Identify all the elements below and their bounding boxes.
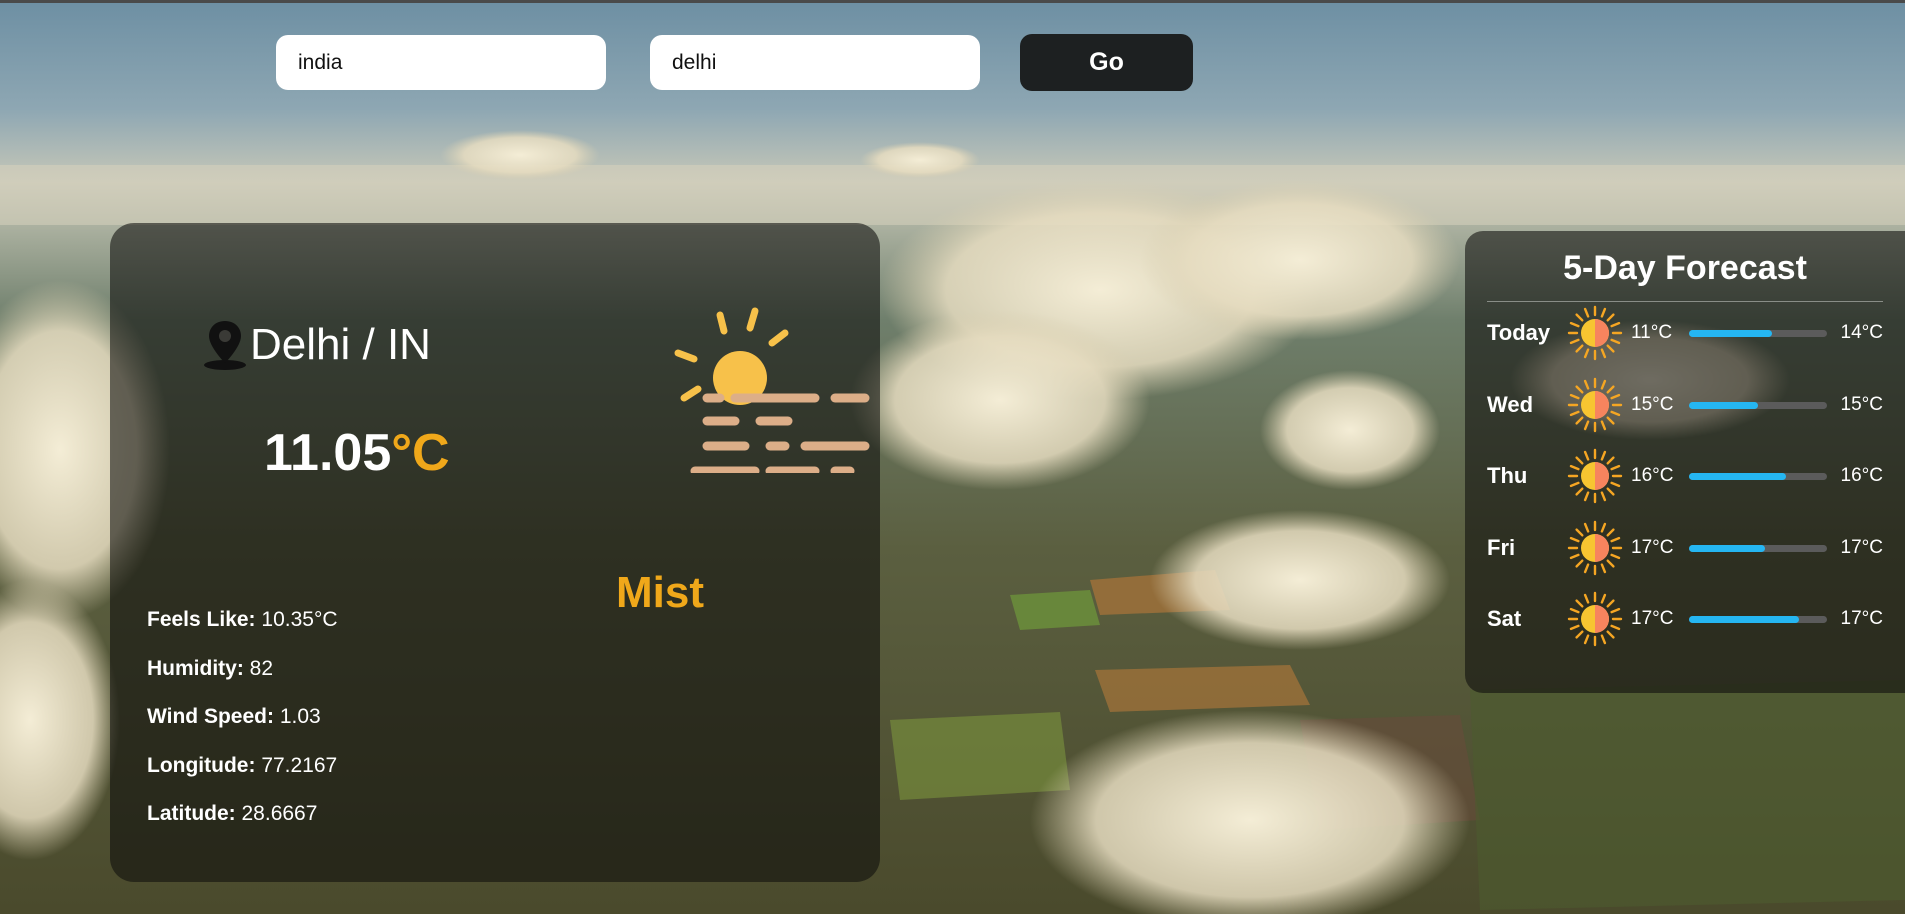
location-row: Delhi / IN [202, 319, 431, 371]
weather-details: Feels Like: 10.35°C Humidity: 82 Wind Sp… [147, 608, 338, 851]
detail-value: 28.6667 [241, 802, 318, 825]
longitude-row: Longitude: 77.2167 [147, 754, 338, 778]
temperature-range-bar [1689, 401, 1827, 409]
forecast-low: 11°C [1631, 322, 1673, 343]
forecast-low: 17°C [1631, 608, 1674, 629]
window-top-border [0, 0, 1905, 3]
forecast-high: 15°C [1840, 394, 1883, 415]
country-input[interactable] [276, 35, 606, 90]
forecast-row: Today 11°C 14°C [1487, 305, 1883, 361]
detail-value: 10.35°C [261, 608, 338, 631]
sun-icon [1567, 448, 1623, 504]
forecast-low: 15°C [1631, 394, 1674, 415]
temperature-range-fill [1689, 329, 1772, 337]
forecast-day: Wed [1487, 392, 1534, 417]
city-input[interactable] [650, 35, 980, 90]
weather-condition: Mist [616, 568, 704, 617]
temperature-range-fill [1689, 615, 1800, 623]
sun-icon [1567, 520, 1623, 576]
forecast-day: Today [1487, 320, 1551, 345]
forecast-title: 5-Day Forecast [1563, 249, 1807, 287]
temperature-range-bar [1689, 329, 1827, 337]
current-weather-card: Delhi / IN 11.05°C Mist Feels Like: 10.3… [110, 223, 880, 882]
forecast-day: Fri [1487, 535, 1516, 560]
forecast-day: Thu [1487, 463, 1528, 488]
forecast-row: Sat 17°C 17°C [1487, 591, 1883, 647]
detail-label: Latitude: [147, 802, 236, 825]
go-button[interactable]: Go [1020, 34, 1193, 91]
detail-value: 77.2167 [261, 753, 338, 777]
forecast-row: Fri 17°C 17°C [1487, 520, 1883, 576]
feels-like-row: Feels Like: 10.35°C [147, 608, 338, 632]
forecast-low: 17°C [1631, 537, 1674, 558]
forecast-high: 16°C [1840, 465, 1883, 486]
forecast-row: Wed 15°C 15°C [1487, 377, 1883, 433]
temperature-unit: °C [391, 424, 450, 482]
temperature-value: 11.05 [264, 424, 392, 482]
forecast-divider [1487, 301, 1883, 302]
forecast-high: 17°C [1840, 537, 1883, 558]
location-name: Delhi / IN [250, 320, 431, 369]
detail-label: Humidity: [147, 656, 244, 680]
forecast-high: 14°C [1840, 322, 1883, 343]
forecast-card: 5-Day Forecast Today 11°C 14°C Wed 15°C … [1465, 231, 1905, 693]
temperature-range-fill [1689, 544, 1765, 552]
humidity-row: Humidity: 82 [147, 657, 338, 681]
temperature-range-fill [1689, 472, 1786, 480]
sun-icon [1567, 377, 1623, 433]
temperature-range-bar [1689, 615, 1827, 623]
detail-label: Wind Speed: [147, 705, 274, 728]
forecast-low: 16°C [1631, 465, 1674, 486]
detail-value: 82 [249, 656, 274, 680]
current-temperature: 11.05°C [264, 423, 450, 483]
wind-speed-row: Wind Speed: 1.03 [147, 705, 338, 729]
detail-label: Feels Like: [147, 608, 256, 631]
forecast-high: 17°C [1840, 608, 1883, 629]
sun-icon [1567, 305, 1623, 361]
location-pin-icon [204, 321, 246, 370]
sun-icon [1567, 591, 1623, 647]
mist-sun-icon [674, 307, 870, 473]
detail-value: 1.03 [279, 705, 321, 728]
temperature-range-fill [1689, 401, 1758, 409]
detail-label: Longitude: [147, 753, 256, 777]
forecast-row: Thu 16°C 16°C [1487, 448, 1883, 504]
temperature-range-bar [1689, 472, 1827, 480]
temperature-range-bar [1689, 544, 1827, 552]
forecast-day: Sat [1487, 606, 1522, 631]
latitude-row: Latitude: 28.6667 [147, 802, 338, 826]
